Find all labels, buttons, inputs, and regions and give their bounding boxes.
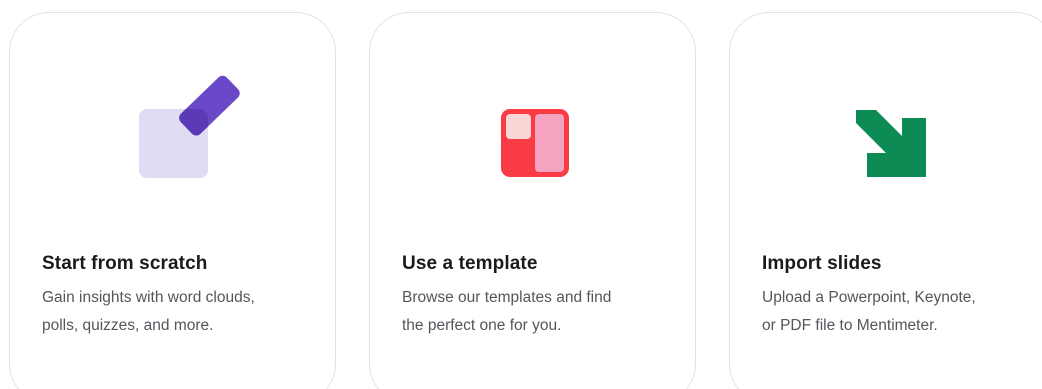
card-description-line: Browse our templates and find xyxy=(402,289,612,306)
card-description-line: Gain insights with word clouds, xyxy=(42,289,255,306)
new-presentation-options: Start from scratch Gain insights with wo… xyxy=(0,0,1042,389)
template-layout-icon xyxy=(501,109,569,177)
card-description-line: or PDF file to Mentimeter. xyxy=(762,317,938,334)
card-description: Browse our templates and find the perfec… xyxy=(402,284,677,340)
scratch-illustration xyxy=(10,13,335,233)
template-illustration xyxy=(370,13,695,233)
card-description-line: Upload a Powerpoint, Keynote, xyxy=(762,289,976,306)
use-a-template-card[interactable]: Use a template Browse our templates and … xyxy=(369,12,696,389)
import-illustration xyxy=(730,13,1042,233)
card-description-line: polls, quizzes, and more. xyxy=(42,317,214,334)
import-slides-card[interactable]: Import slides Upload a Powerpoint, Keyno… xyxy=(729,12,1042,389)
card-description-line: the perfect one for you. xyxy=(402,317,562,334)
card-description: Gain insights with word clouds, polls, q… xyxy=(42,284,317,340)
card-description: Upload a Powerpoint, Keynote, or PDF fil… xyxy=(762,284,1037,340)
start-from-scratch-card[interactable]: Start from scratch Gain insights with wo… xyxy=(9,12,336,389)
card-title: Start from scratch xyxy=(42,253,208,274)
edit-pencil-icon xyxy=(139,75,240,178)
card-title: Use a template xyxy=(402,253,538,274)
import-arrow-icon xyxy=(856,110,926,177)
card-title: Import slides xyxy=(762,253,882,274)
